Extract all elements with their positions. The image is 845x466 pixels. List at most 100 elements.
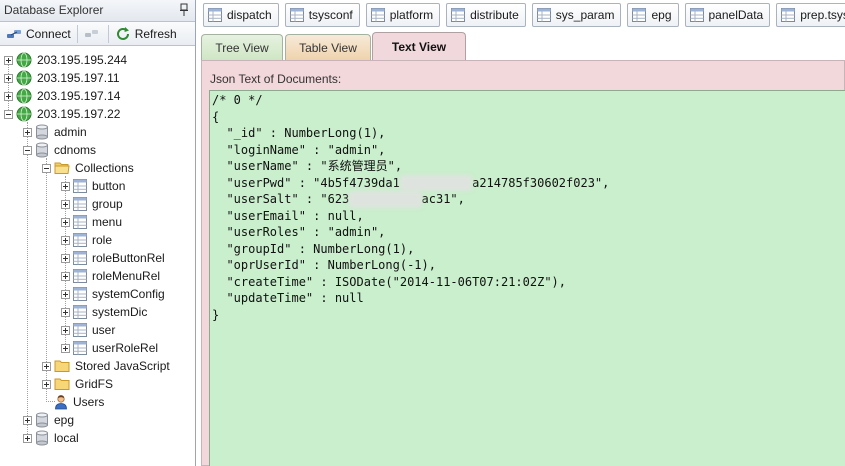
collection-label: userRoleRel: [92, 341, 159, 355]
expand-icon[interactable]: [61, 289, 70, 299]
code-text: ac31",: [421, 192, 465, 206]
tree-node-database[interactable]: admin: [23, 123, 87, 141]
tree-node-collection[interactable]: systemConfig: [61, 285, 165, 303]
expand-icon[interactable]: [61, 181, 70, 191]
tree-node-collection[interactable]: roleButtonRel: [61, 249, 165, 267]
tab-table-view[interactable]: Table View: [285, 34, 371, 60]
expand-icon[interactable]: [42, 379, 51, 389]
tree-node-collection[interactable]: group: [61, 195, 123, 213]
expand-icon[interactable]: [61, 307, 70, 317]
code-text: a214785f30602f023",: [472, 175, 610, 190]
collapse-icon[interactable]: [42, 163, 51, 173]
collection-label: menu: [92, 215, 123, 229]
expand-icon[interactable]: [4, 73, 13, 83]
redaction-blur: xxxxxxxxxx: [349, 191, 422, 208]
tree-node-collection[interactable]: systemDic: [61, 303, 147, 321]
expand-icon[interactable]: [23, 433, 32, 443]
collection-tab[interactable]: dispatch: [203, 3, 279, 27]
database-label: epg: [54, 413, 75, 427]
code-line: "loginName" : "admin",: [212, 142, 386, 157]
tree-line: [27, 122, 28, 442]
refresh-button[interactable]: Refresh: [111, 24, 181, 44]
tree-node-database[interactable]: epg: [23, 411, 74, 429]
collections-label: Collections: [75, 161, 134, 175]
connect-icon: [7, 29, 21, 38]
expand-icon[interactable]: [4, 55, 13, 65]
code-line: "_id" : NumberLong(1),: [212, 126, 386, 140]
tree-node-server[interactable]: 203.195.197.14: [4, 87, 120, 105]
tree-node-collection[interactable]: button: [61, 177, 125, 195]
code-line: {: [212, 109, 220, 124]
code-line: /* 0 */: [212, 93, 263, 107]
code-line: "userRoles" : "admin",: [212, 225, 386, 239]
collection-tab[interactable]: sys_param: [531, 3, 622, 27]
tree-node-server[interactable]: 203.195.197.11: [4, 69, 120, 87]
collection-tab[interactable]: tsysconf: [284, 3, 360, 27]
disconnect-button[interactable]: [80, 24, 106, 44]
expand-icon[interactable]: [42, 361, 51, 371]
database-icon: [36, 412, 48, 428]
collection-tab[interactable]: distribute: [446, 3, 526, 27]
disconnect-icon: [84, 29, 98, 37]
database-label: admin: [54, 125, 87, 139]
code-line: "userName" : "系统管理员",: [212, 159, 403, 173]
tree-node-collection[interactable]: role: [61, 231, 112, 249]
collapse-icon[interactable]: [23, 145, 32, 155]
expand-icon[interactable]: [61, 271, 70, 281]
tree-node-server[interactable]: 203.195.195.244: [4, 51, 127, 69]
table-icon: [73, 269, 87, 283]
expand-icon[interactable]: [61, 217, 70, 227]
collapse-icon[interactable]: [4, 109, 13, 119]
database-icon: [36, 124, 48, 140]
tree-node-gridfs[interactable]: GridFS: [42, 375, 113, 393]
server-label: 203.195.197.14: [37, 89, 121, 103]
code-text: "userSalt" : "623: [212, 192, 350, 206]
server-label: 203.195.197.22: [37, 107, 121, 121]
table-icon: [781, 8, 796, 22]
tree-node-collection[interactable]: user: [61, 321, 115, 339]
tree-node-users[interactable]: Users: [42, 393, 104, 411]
toolbar-divider: [107, 24, 109, 43]
view-tab-strip: Tree View Table View Text View: [197, 30, 845, 60]
tree-node-server[interactable]: 203.195.197.22: [4, 105, 120, 123]
expand-icon[interactable]: [61, 199, 70, 209]
expand-icon[interactable]: [61, 235, 70, 245]
expand-icon[interactable]: [61, 253, 70, 263]
collection-tab[interactable]: panelData: [684, 3, 771, 27]
collection-tab[interactable]: epg: [627, 3, 679, 27]
tree-node-database[interactable]: cdnoms: [23, 141, 96, 159]
json-text-label: Json Text of Documents:: [210, 72, 342, 86]
tab-tree-view[interactable]: Tree View: [201, 34, 283, 60]
tree-node-database[interactable]: local: [23, 429, 79, 447]
database-label: local: [54, 431, 79, 445]
table-icon: [73, 323, 87, 337]
collection-tab[interactable]: prep.tsysconf: [776, 3, 845, 27]
expand-icon[interactable]: [23, 415, 32, 425]
table-icon: [289, 8, 304, 22]
tree-node-collection[interactable]: roleMenuRel: [61, 267, 160, 285]
users-label: Users: [73, 395, 105, 409]
expand-icon[interactable]: [61, 325, 70, 335]
table-icon: [632, 8, 647, 22]
connect-button[interactable]: Connect: [2, 24, 75, 44]
expand-icon[interactable]: [4, 91, 13, 101]
tab-text-view[interactable]: Text View: [372, 32, 466, 60]
pin-icon[interactable]: [179, 3, 189, 17]
tree-node-stored-javascript[interactable]: Stored JavaScript: [42, 357, 170, 375]
refresh-label: Refresh: [134, 26, 177, 41]
folder-icon: [54, 360, 70, 372]
tree-node-collection[interactable]: userRoleRel: [61, 339, 158, 357]
collection-label: button: [92, 179, 126, 193]
json-text-editor[interactable]: /* 0 */ { "_id" : NumberLong(1), "loginN…: [209, 90, 845, 466]
code-line: "groupId" : NumberLong(1),: [212, 241, 415, 256]
tree-node-collections-folder[interactable]: Collections: [42, 159, 134, 177]
collection-label: systemDic: [92, 305, 148, 319]
table-icon: [370, 8, 385, 22]
collection-tab[interactable]: platform: [365, 3, 441, 27]
expand-icon[interactable]: [61, 343, 70, 353]
server-icon: [16, 70, 32, 86]
table-icon: [73, 251, 87, 265]
code-line: }: [212, 307, 220, 322]
tree-node-collection[interactable]: menu: [61, 213, 122, 231]
expand-icon[interactable]: [23, 127, 32, 137]
